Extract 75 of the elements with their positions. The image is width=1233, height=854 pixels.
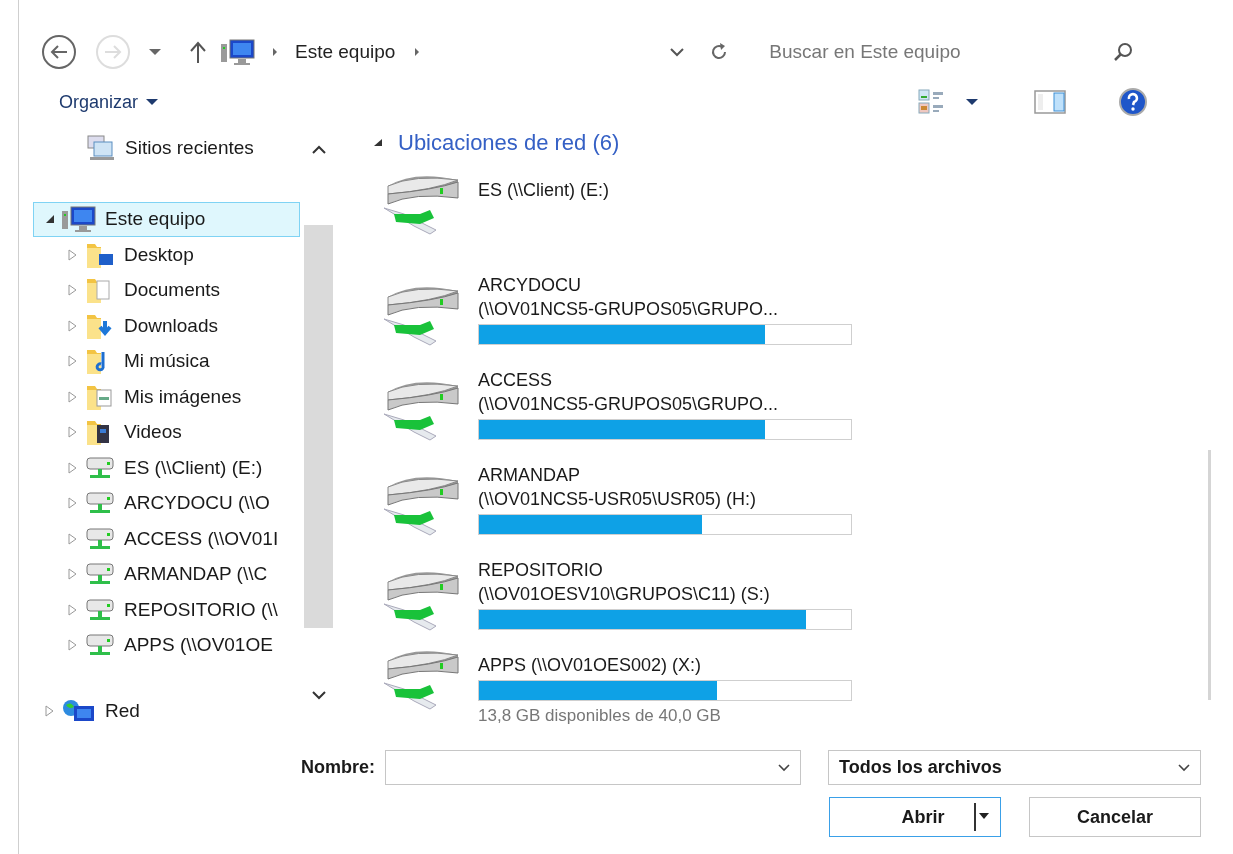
drive-label[interactable]: REPOSITORIO	[478, 558, 852, 582]
tree-item[interactable]: ARCYDOCU (\\O	[33, 485, 300, 521]
tree-item[interactable]: APPS (\\OV01OE	[33, 627, 300, 663]
network-drive-icon	[85, 596, 115, 623]
tree-item[interactable]: Mis imágenes	[33, 379, 300, 415]
drive-label[interactable]: ARCYDOCU	[478, 273, 852, 297]
collapsed-arrow-icon[interactable]	[67, 568, 79, 581]
collapsed-arrow-icon[interactable]	[67, 461, 79, 474]
breadcrumb-item[interactable]: Este equipo	[295, 37, 396, 67]
tree-item[interactable]: Downloads	[33, 308, 300, 344]
chevron-right-icon[interactable]	[271, 46, 279, 58]
collapsed-arrow-icon[interactable]	[67, 390, 79, 403]
preview-pane-icon[interactable]	[1034, 90, 1067, 114]
tree-item[interactable]: ARMANDAP (\\C	[33, 556, 300, 592]
dropdown-chevron-icon[interactable]	[778, 763, 790, 772]
drive-label[interactable]: ES (\\Client) (E:)	[478, 178, 852, 202]
filename-field[interactable]	[385, 750, 801, 785]
tree-item[interactable]: Sitios recientes	[33, 130, 300, 166]
collapsed-arrow-icon[interactable]	[67, 284, 79, 297]
collapsed-arrow-icon[interactable]	[44, 704, 56, 717]
tree-item[interactable]: REPOSITORIO (\\	[33, 592, 300, 628]
drive-label[interactable]: (\\OV01OESV10\GRUPOS\C11) (S:)	[478, 582, 852, 606]
computer-icon	[221, 38, 255, 66]
tree-item[interactable]: Videos	[33, 414, 300, 450]
collapsed-arrow-icon[interactable]	[67, 355, 79, 368]
collapsed-arrow-icon[interactable]	[67, 248, 79, 261]
dropdown-caret-icon[interactable]	[966, 98, 979, 106]
drive-label[interactable]: (\\OV01NCS5-GRUPOS05\GRUPO...	[478, 297, 852, 321]
dropdown-chevron-icon[interactable]	[669, 47, 686, 57]
up-arrow-icon[interactable]	[189, 41, 207, 63]
help-icon[interactable]	[1118, 87, 1149, 117]
drive-label[interactable]: APPS (\\OV01OES002) (X:)	[478, 653, 852, 677]
organize-button[interactable]: Organizar	[59, 88, 139, 116]
collapsed-arrow-icon[interactable]	[67, 532, 79, 545]
collapsed-arrow-icon[interactable]	[67, 319, 79, 332]
drive-label[interactable]: ARMANDAP	[478, 463, 852, 487]
tree-item[interactable]: ACCESS (\\OV01I	[33, 521, 300, 557]
network-icon	[62, 697, 96, 724]
collapsed-arrow-icon[interactable]	[67, 639, 79, 652]
collapse-arrow-icon[interactable]	[374, 139, 384, 147]
computer-icon	[62, 205, 96, 234]
chevron-right-icon[interactable]	[413, 46, 422, 58]
tree-item[interactable]: Documents	[33, 272, 300, 308]
tree-item[interactable]: Desktop	[33, 237, 300, 273]
recent-places-icon	[86, 133, 116, 162]
dropdown-caret-icon[interactable]	[149, 48, 161, 56]
scrollbar-thumb[interactable]	[304, 225, 333, 628]
scroll-up-icon[interactable]	[310, 145, 327, 155]
tree-item[interactable]: Este equipo	[33, 201, 300, 237]
search-field[interactable]: Buscar en Este equipo	[769, 37, 1100, 67]
network-drive-icon	[85, 525, 115, 552]
search-icon[interactable]	[1113, 42, 1134, 62]
file-type-dropdown[interactable]: Todos los archivos	[828, 750, 1201, 785]
dropdown-chevron-icon[interactable]	[1178, 763, 1190, 772]
expanded-arrow-icon[interactable]	[44, 213, 56, 226]
drive-label[interactable]: ACCESS	[478, 368, 852, 392]
dropdown-caret-icon[interactable]	[146, 98, 159, 106]
drive-label[interactable]: (\\OV01NCS5-USR05\USR05) (H:)	[478, 487, 852, 511]
network-drive-icon	[85, 454, 115, 481]
filename-label: Nombre:	[301, 756, 375, 779]
drive-detail: 13,8 GB disponibles de 40,0 GB	[478, 705, 722, 727]
dialog-button[interactable]: Cancelar	[1029, 797, 1201, 837]
drive-label[interactable]: (\\OV01NCS5-GRUPOS05\GRUPO...	[478, 392, 852, 416]
collapsed-arrow-icon[interactable]	[67, 497, 79, 510]
collapsed-arrow-icon[interactable]	[67, 603, 79, 616]
split-dropdown-icon[interactable]	[974, 803, 992, 831]
scroll-down-icon[interactable]	[310, 690, 327, 700]
dialog-button[interactable]: Abrir	[829, 797, 1001, 837]
group-title[interactable]: Ubicaciones de red (6)	[398, 130, 620, 156]
scrollbar-thumb[interactable]	[1208, 450, 1211, 700]
tree-item[interactable]: Red	[33, 693, 300, 729]
tree-item[interactable]: Mi música	[33, 343, 300, 379]
tree-item[interactable]: ES (\\Client) (E:)	[33, 450, 300, 486]
collapsed-arrow-icon[interactable]	[67, 426, 79, 439]
back-button[interactable]	[41, 34, 77, 70]
